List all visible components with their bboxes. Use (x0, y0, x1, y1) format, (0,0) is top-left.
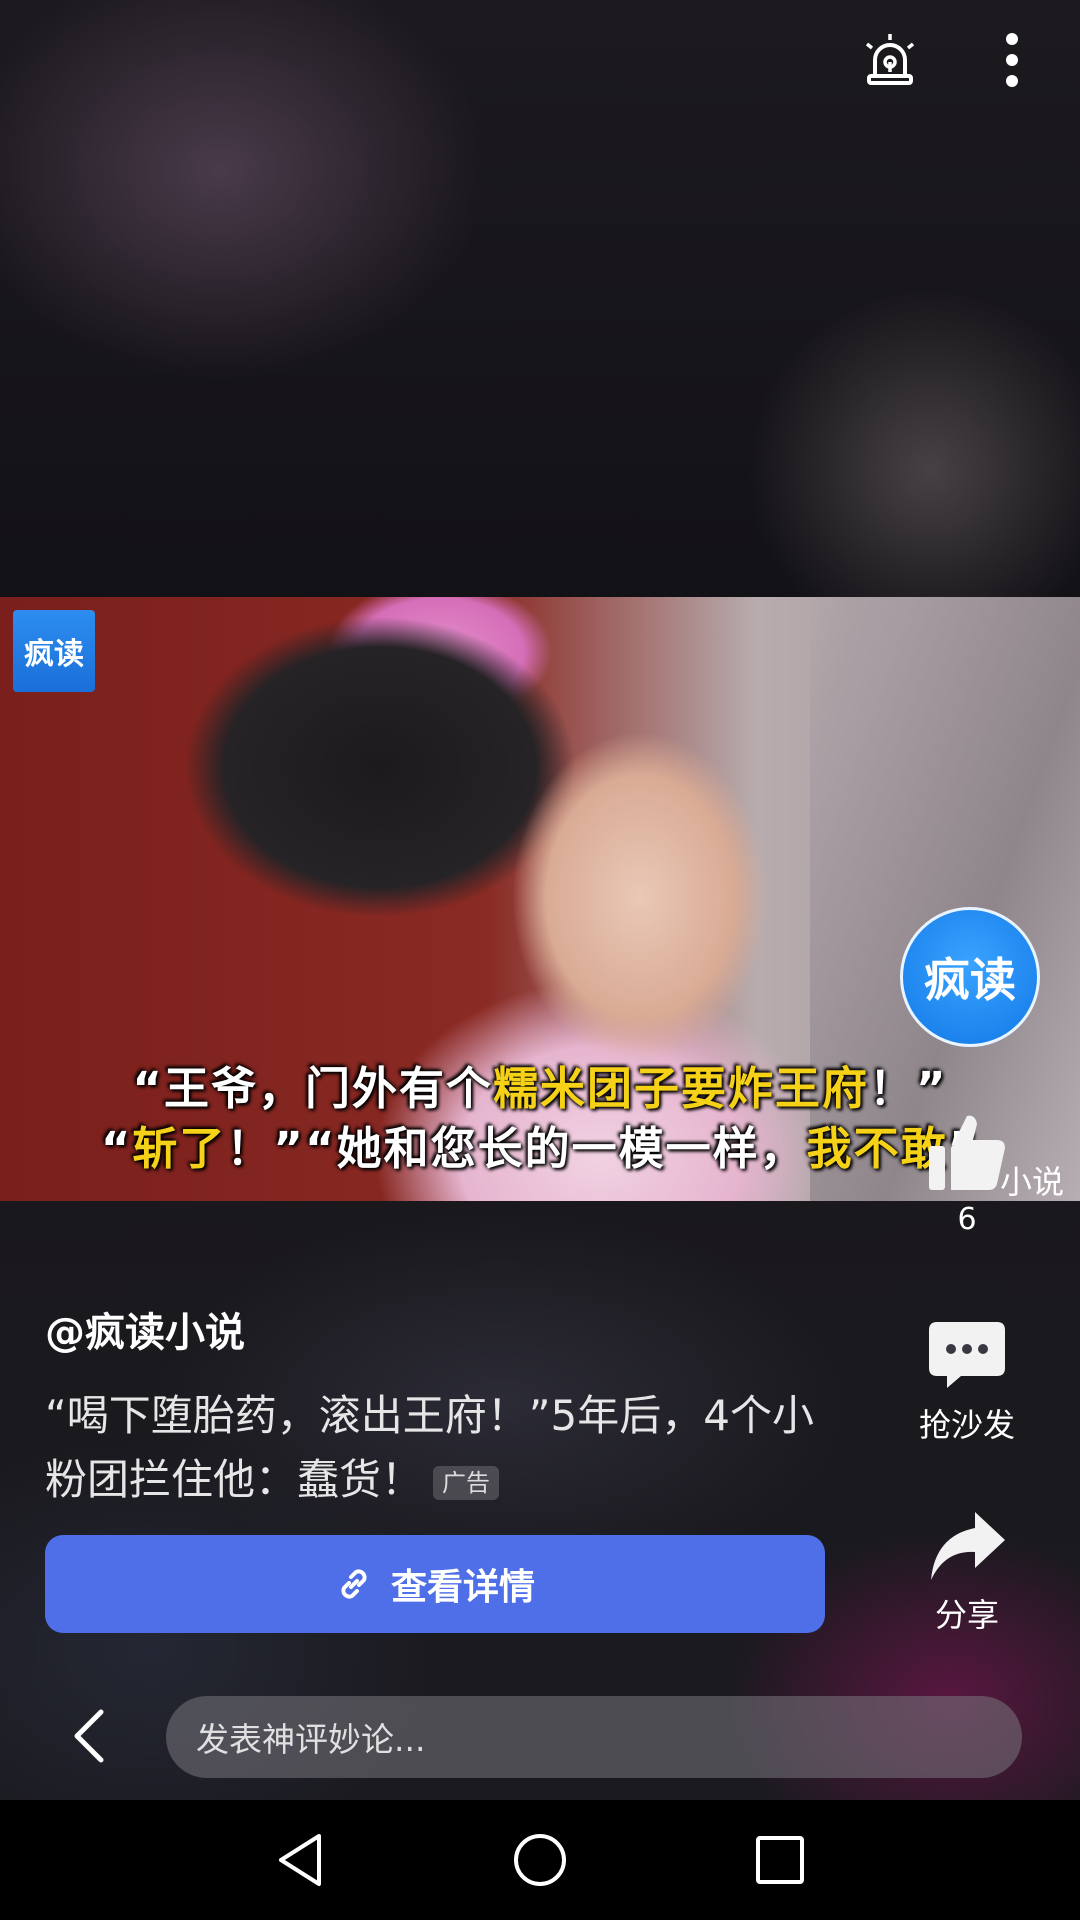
view-details-button[interactable]: 查看详情 (45, 1535, 825, 1633)
back-button[interactable] (58, 1706, 118, 1766)
ad-badge: 广告 (433, 1465, 500, 1500)
thumbs-up-icon (929, 1115, 1005, 1190)
share-button[interactable]: 分享 (902, 1510, 1032, 1636)
comment-input[interactable]: 发表神评妙论... (166, 1696, 1022, 1778)
comment-action-label: 抢沙发 (918, 1406, 1015, 1444)
subtitle-text: “王爷，门外有个 (132, 1062, 493, 1115)
description-text: “喝下堕胎药，滚出王府！”5年后，4个小粉团拦住他：蠢货！ (45, 1391, 814, 1504)
post-description: “喝下堕胎药，滚出王府！”5年后，4个小粉团拦住他：蠢货！ 广告 (45, 1384, 845, 1512)
view-details-label: 查看详情 (390, 1567, 535, 1608)
system-nav-bar (0, 1800, 1080, 1920)
share-label: 分享 (934, 1596, 999, 1634)
nav-back-icon[interactable] (270, 1830, 330, 1890)
like-count: 6 (957, 1202, 977, 1237)
watermark-logo: 疯读 (13, 610, 95, 692)
comment-placeholder: 发表神评妙论... (196, 1720, 426, 1759)
more-vertical-icon[interactable] (980, 28, 1044, 92)
alarm-icon[interactable] (858, 28, 922, 92)
nav-home-icon[interactable] (510, 1830, 570, 1890)
nav-recent-apps-icon[interactable] (750, 1830, 810, 1890)
subtitle-highlight: 斩了 (132, 1122, 227, 1175)
subtitle-line-1: “王爷，门外有个糯米团子要炸王府！” (0, 1052, 1080, 1117)
subtitle-text: ！” (869, 1062, 948, 1115)
share-arrow-icon (931, 1512, 1005, 1580)
comment-bubble-icon (929, 1322, 1005, 1388)
author-name[interactable]: @疯读小说 (45, 1300, 245, 1358)
subtitle-text: ！”“她和您长的一模一样， (226, 1122, 807, 1175)
subtitle-highlight: 糯米团子要炸王府 (492, 1062, 869, 1115)
like-side-text: 小说 (1000, 1163, 1065, 1201)
link-icon (335, 1565, 373, 1603)
brand-circle-logo[interactable]: 疯读 (900, 907, 1040, 1047)
subtitle-text: “ (100, 1122, 133, 1175)
comment-action-button[interactable]: 抢沙发 (902, 1318, 1032, 1446)
chevron-left-icon (74, 1709, 104, 1763)
